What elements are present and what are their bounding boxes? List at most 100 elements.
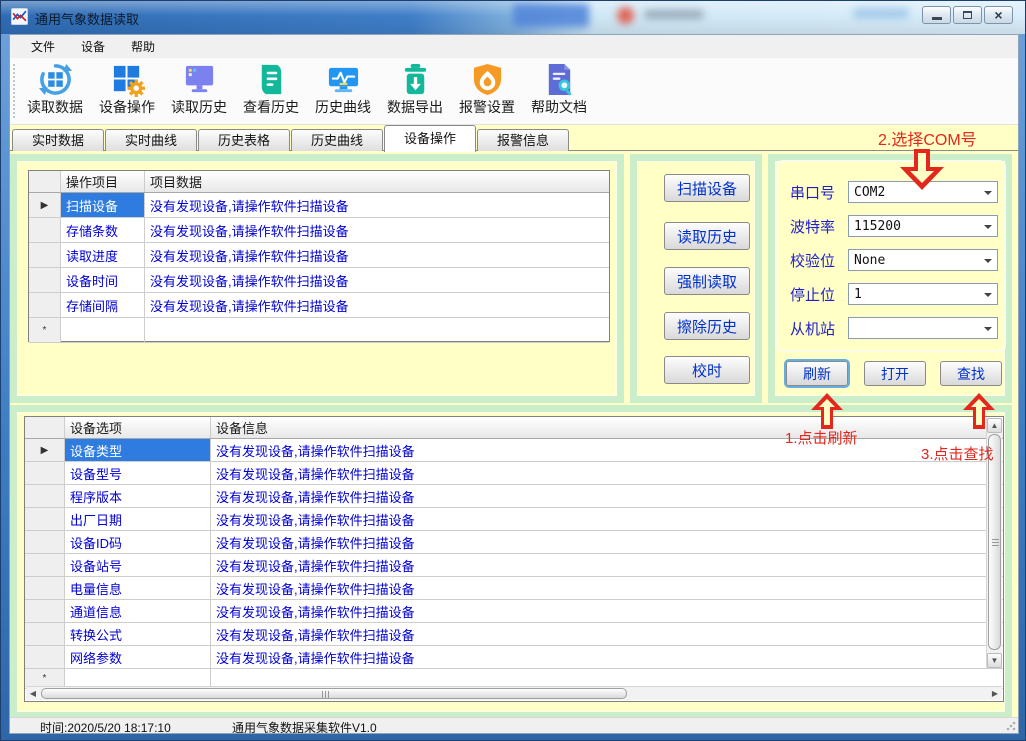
toolbar-button-view-history[interactable]: 查看历史 (236, 60, 306, 123)
resize-grip-icon[interactable] (1006, 721, 1016, 731)
parity-select[interactable]: None (848, 249, 998, 271)
annotation-step3: 3.点击查找 (921, 443, 994, 464)
scroll-down-icon[interactable]: ▼ (987, 653, 1002, 668)
device-option-cell[interactable]: 设备类型 (65, 439, 211, 461)
device-info-cell[interactable]: 没有发现设备,请操作软件扫描设备 (211, 577, 1003, 599)
operation-table-row: 读取进度 没有发现设备,请操作软件扫描设备 (29, 243, 609, 268)
device-info-cell[interactable]: 没有发现设备,请操作软件扫描设备 (211, 554, 1003, 576)
toolbar-button-read-data[interactable]: 读取数据 (20, 60, 90, 123)
scroll-left-icon[interactable]: ◀ (26, 687, 40, 700)
serial-field-row: 停止位 1 (790, 283, 1004, 305)
scan-device-button[interactable]: 扫描设备 (664, 174, 750, 202)
device-option-cell[interactable]: 程序版本 (65, 485, 211, 507)
operation-item-cell[interactable]: 扫描设备 (61, 193, 145, 217)
device-option-cell[interactable]: 网络参数 (65, 646, 211, 668)
operation-table-row: 存储条数 没有发现设备,请操作软件扫描设备 (29, 218, 609, 243)
title-bar[interactable]: 通用气象数据读取 × (1, 1, 1025, 34)
device-operation-page: 操作项目 项目数据 ▶ 扫描设备 没有发现设备,请操作软件扫描设备 存储条数 没… (10, 151, 1019, 719)
vertical-scroll-thumb[interactable] (988, 434, 1001, 650)
operation-item-cell[interactable] (61, 318, 145, 342)
device-option-cell[interactable]: 设备型号 (65, 462, 211, 484)
scroll-right-icon[interactable]: ▶ (988, 687, 1002, 700)
device-info-row: 通道信息 没有发现设备,请操作软件扫描设备 (25, 600, 1003, 623)
toolbar-button-help-doc[interactable]: 帮助文档 (524, 60, 594, 123)
close-button[interactable]: × (984, 6, 1013, 24)
stop-bits-label: 停止位 (790, 284, 848, 305)
red-arrow-up-icon (804, 391, 850, 431)
row-selector: * (29, 318, 61, 342)
minimize-button[interactable] (922, 6, 951, 24)
operation-value-cell[interactable]: 没有发现设备,请操作软件扫描设备 (145, 218, 609, 242)
column-header-item[interactable]: 操作项目 (61, 171, 145, 192)
operation-item-cell[interactable]: 读取进度 (61, 243, 145, 267)
background-window-blur (644, 10, 704, 19)
device-info-cell[interactable]: 没有发现设备,请操作软件扫描设备 (211, 462, 1003, 484)
refresh-button[interactable]: 刷新 (786, 361, 848, 386)
tab-realtime-curve[interactable]: 实时曲线 (105, 129, 197, 151)
column-header-option[interactable]: 设备选项 (65, 417, 211, 438)
menu-item-help[interactable]: 帮助 (118, 35, 168, 58)
device-info-cell[interactable]: 没有发现设备,请操作软件扫描设备 (211, 439, 1003, 461)
operation-item-cell[interactable]: 存储条数 (61, 218, 145, 242)
device-option-cell[interactable]: 设备站号 (65, 554, 211, 576)
time-sync-button[interactable]: 校时 (664, 356, 750, 384)
tab-strip: 实时数据实时曲线历史表格历史曲线设备操作报警信息 (10, 125, 1018, 151)
operation-value-cell[interactable]: 没有发现设备,请操作软件扫描设备 (145, 293, 609, 317)
operation-item-cell[interactable]: 存储间隔 (61, 293, 145, 317)
operation-value-cell[interactable] (145, 318, 609, 342)
device-option-cell[interactable]: 转换公式 (65, 623, 211, 645)
operation-table-row: 存储间隔 没有发现设备,请操作软件扫描设备 (29, 293, 609, 318)
device-option-cell[interactable]: 出厂日期 (65, 508, 211, 530)
toolbar-button-alarm-settings[interactable]: 报警设置 (452, 60, 522, 123)
row-selector (29, 293, 61, 317)
row-selector (25, 485, 65, 507)
row-selector (25, 623, 65, 645)
device-info-cell[interactable]: 没有发现设备,请操作软件扫描设备 (211, 646, 1003, 668)
device-option-cell[interactable]: 电量信息 (65, 577, 211, 599)
horizontal-scrollbar[interactable]: ◀ ▶ (26, 686, 1002, 700)
device-info-row: 设备型号 没有发现设备,请操作软件扫描设备 (25, 462, 1003, 485)
read-history-button[interactable]: 读取历史 (664, 222, 750, 250)
menu-item-device[interactable]: 设备 (68, 35, 118, 58)
device-info-row: 出厂日期 没有发现设备,请操作软件扫描设备 (25, 508, 1003, 531)
erase-history-button[interactable]: 擦除历史 (664, 312, 750, 340)
toolbar-button-history-curve[interactable]: 历史曲线 (308, 60, 378, 123)
device-info-cell[interactable]: 没有发现设备,请操作软件扫描设备 (211, 600, 1003, 622)
stop-bits-select[interactable]: 1 (848, 283, 998, 305)
device-info-cell[interactable]: 没有发现设备,请操作软件扫描设备 (211, 623, 1003, 645)
toolbar-button-read-history[interactable]: 读取历史 (164, 60, 234, 123)
tab-device-operation[interactable]: 设备操作 (384, 125, 476, 152)
operation-item-cell[interactable]: 设备时间 (61, 268, 145, 292)
horizontal-scroll-thumb[interactable] (41, 688, 627, 699)
status-time: 时间:2020/5/20 18:17:10 (40, 719, 171, 734)
column-header-data[interactable]: 项目数据 (145, 171, 609, 192)
column-header-info[interactable]: 设备信息 (211, 417, 1003, 438)
device-info-cell[interactable]: 没有发现设备,请操作软件扫描设备 (211, 531, 1003, 553)
operation-value-cell[interactable]: 没有发现设备,请操作软件扫描设备 (145, 193, 609, 217)
tab-realtime-data[interactable]: 实时数据 (12, 129, 104, 151)
operation-value-cell[interactable]: 没有发现设备,请操作软件扫描设备 (145, 268, 609, 292)
tab-alarm-info[interactable]: 报警信息 (477, 129, 569, 151)
maximize-icon (963, 11, 972, 19)
toolbar-button-device-operation[interactable]: 设备操作 (92, 60, 162, 123)
tab-history-table[interactable]: 历史表格 (198, 129, 290, 151)
menu-item-file[interactable]: 文件 (18, 35, 68, 58)
slave-station-select[interactable] (848, 317, 998, 339)
operation-value-cell[interactable]: 没有发现设备,请操作软件扫描设备 (145, 243, 609, 267)
toolbar-button-data-export[interactable]: 数据导出 (380, 60, 450, 123)
baud-rate-select[interactable]: 115200 (848, 215, 998, 237)
row-selector-header (25, 417, 65, 438)
baud-rate-label: 波特率 (790, 216, 848, 237)
device-option-cell[interactable]: 通道信息 (65, 600, 211, 622)
force-read-button[interactable]: 强制读取 (664, 267, 750, 295)
annotation-step1: 1.点击刷新 (785, 427, 858, 448)
device-info-cell[interactable]: 没有发现设备,请操作软件扫描设备 (211, 508, 1003, 530)
find-button[interactable]: 查找 (940, 361, 1002, 386)
maximize-button[interactable] (953, 6, 982, 24)
device-option-cell[interactable]: 设备ID码 (65, 531, 211, 553)
row-selector (25, 600, 65, 622)
operation-table-row: * (29, 318, 609, 343)
tab-history-curve[interactable]: 历史曲线 (291, 129, 383, 151)
device-info-cell[interactable]: 没有发现设备,请操作软件扫描设备 (211, 485, 1003, 507)
open-button[interactable]: 打开 (864, 361, 926, 386)
